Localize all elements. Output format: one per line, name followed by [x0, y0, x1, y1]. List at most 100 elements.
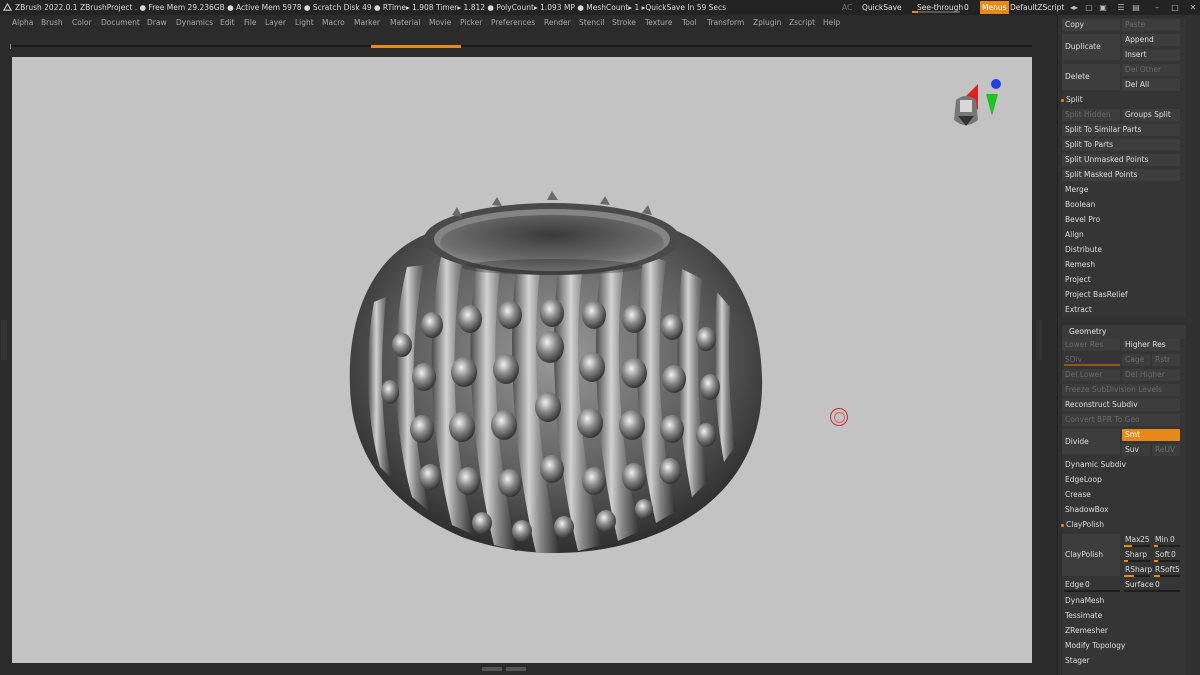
split-to-parts-button[interactable]: Split To Parts	[1062, 139, 1180, 151]
menu-color[interactable]: Color	[72, 15, 92, 31]
groups-split-button[interactable]: Groups Split	[1122, 109, 1180, 121]
menu-material[interactable]: Material	[390, 15, 420, 31]
window-icon[interactable]: ▣	[1097, 0, 1109, 15]
layout-icon[interactable]: ▢	[1083, 0, 1095, 15]
split-section-label[interactable]: Split	[1063, 94, 1163, 106]
sdiv-track[interactable]	[1064, 364, 1120, 366]
sharp-slider[interactable]	[1124, 560, 1150, 562]
menu-alpha[interactable]: Alpha	[12, 15, 33, 31]
divide-button[interactable]: Divide	[1062, 429, 1120, 455]
del-lower-button[interactable]: Del Lower	[1062, 369, 1120, 381]
menu-stroke[interactable]: Stroke	[612, 15, 636, 31]
stager-section[interactable]: Stager	[1062, 655, 1180, 667]
geometry-header[interactable]: Geometry	[1062, 325, 1186, 339]
zremesher-section[interactable]: ZRemesher	[1062, 625, 1180, 637]
bevel-pro-section[interactable]: Bevel Pro	[1062, 214, 1180, 226]
project-basrelief-section[interactable]: Project BasRelief	[1062, 289, 1180, 301]
cage-button[interactable]: Cage	[1122, 354, 1150, 366]
del-other-button[interactable]: Del Other	[1122, 64, 1180, 76]
del-all-button[interactable]: Del All	[1122, 79, 1180, 91]
menu-transform[interactable]: Transform	[707, 15, 744, 31]
menu-layer[interactable]: Layer	[265, 15, 286, 31]
align-section[interactable]: Align	[1062, 229, 1180, 241]
split-hidden-button[interactable]: Split Hidden	[1062, 109, 1120, 121]
active-document-indicator[interactable]	[371, 45, 461, 48]
convert-bpr-button[interactable]: Convert BPR To Geo	[1062, 414, 1180, 426]
split-masked-points-button[interactable]: Split Masked Points	[1062, 169, 1180, 181]
menu-preferences[interactable]: Preferences	[491, 15, 535, 31]
rstr-button[interactable]: Rstr	[1152, 354, 1180, 366]
ac-button[interactable]: AC	[842, 0, 852, 15]
menu-draw[interactable]: Draw	[147, 15, 167, 31]
menu-render[interactable]: Render	[544, 15, 571, 31]
rsoft-slider[interactable]	[1154, 575, 1180, 577]
suv-toggle[interactable]: Suv	[1122, 444, 1150, 456]
reuv-toggle[interactable]: ReUV	[1152, 444, 1180, 456]
menu-macro[interactable]: Macro	[322, 15, 345, 31]
copy-button[interactable]: Copy	[1062, 19, 1120, 31]
menu-light[interactable]: Light	[295, 15, 314, 31]
max-slider[interactable]	[1124, 545, 1150, 547]
remesh-section[interactable]: Remesh	[1062, 259, 1180, 271]
left-tray-grip[interactable]	[1, 320, 7, 360]
bottom-tray-grip[interactable]	[482, 667, 528, 672]
shadowbox-section[interactable]: ShadowBox	[1062, 504, 1180, 516]
navigation-gizmo-icon[interactable]	[946, 76, 1016, 146]
right-tray-grip[interactable]	[1036, 320, 1042, 360]
rsharp-slider[interactable]	[1124, 575, 1150, 577]
crease-section[interactable]: Crease	[1062, 489, 1180, 501]
document-icon[interactable]: ▤	[1130, 0, 1142, 15]
surface-slider[interactable]	[1124, 590, 1180, 592]
smt-toggle[interactable]: Smt	[1122, 429, 1180, 441]
script-icon[interactable]: ☰	[1115, 0, 1127, 15]
menu-zplugin[interactable]: Zplugin	[753, 15, 781, 31]
sculpted-vase-mesh[interactable]	[12, 57, 1032, 663]
higher-res-button[interactable]: Higher Res	[1122, 339, 1180, 351]
claypolish-button[interactable]: ClayPolish	[1062, 534, 1120, 576]
dynamesh-section[interactable]: DynaMesh	[1062, 595, 1180, 607]
menu-help[interactable]: Help	[823, 15, 840, 31]
zbrush-logo-icon[interactable]	[3, 3, 12, 12]
menu-dynamics[interactable]: Dynamics	[176, 15, 213, 31]
menu-document[interactable]: Document	[101, 15, 140, 31]
insert-button[interactable]: Insert	[1122, 49, 1180, 61]
duplicate-button[interactable]: Duplicate	[1062, 34, 1120, 60]
menu-movie[interactable]: Movie	[429, 15, 451, 31]
close-icon[interactable]: ✕	[1187, 0, 1199, 15]
freeze-subdivision-button[interactable]: Freeze SubDivision Levels	[1062, 384, 1180, 396]
merge-section[interactable]: Merge	[1062, 184, 1180, 196]
delete-button[interactable]: Delete	[1062, 64, 1120, 90]
edgeloop-section[interactable]: EdgeLoop	[1062, 474, 1180, 486]
min-slider[interactable]	[1154, 545, 1180, 547]
menu-file[interactable]: File	[244, 15, 257, 31]
menu-marker[interactable]: Marker	[354, 15, 380, 31]
soft-slider[interactable]	[1154, 560, 1180, 562]
maximize-icon[interactable]: □	[1169, 0, 1181, 15]
project-section[interactable]: Project	[1062, 274, 1180, 286]
reconstruct-subdiv-button[interactable]: Reconstruct Subdiv	[1062, 399, 1180, 411]
del-higher-button[interactable]: Del Higher	[1122, 369, 1180, 381]
menu-stencil[interactable]: Stencil	[579, 15, 604, 31]
append-button[interactable]: Append	[1122, 34, 1180, 46]
viewport-canvas[interactable]	[12, 57, 1032, 663]
edge-slider[interactable]	[1064, 590, 1120, 592]
boolean-section[interactable]: Boolean	[1062, 199, 1180, 211]
menus-toggle[interactable]: Menus	[980, 1, 1009, 14]
menu-edit[interactable]: Edit	[220, 15, 235, 31]
quicksave-button[interactable]: QuickSave	[862, 0, 902, 15]
tessimate-section[interactable]: Tessimate	[1062, 610, 1180, 622]
dynamic-subdiv-section[interactable]: Dynamic Subdiv	[1062, 459, 1180, 471]
default-zscript-button[interactable]: DefaultZScript	[1010, 0, 1064, 15]
document-track[interactable]	[12, 45, 1032, 47]
split-unmasked-points-button[interactable]: Split Unmasked Points	[1062, 154, 1180, 166]
minimize-icon[interactable]: –	[1151, 0, 1163, 15]
menu-brush[interactable]: Brush	[41, 15, 63, 31]
menu-picker[interactable]: Picker	[460, 15, 482, 31]
claypolish-section-label[interactable]: ClayPolish	[1063, 519, 1181, 531]
lower-res-button[interactable]: Lower Res	[1062, 339, 1120, 351]
menu-texture[interactable]: Texture	[645, 15, 672, 31]
paste-button[interactable]: Paste	[1122, 19, 1180, 31]
menu-zscript[interactable]: Zscript	[789, 15, 815, 31]
split-similar-parts-button[interactable]: Split To Similar Parts	[1062, 124, 1180, 136]
modify-topology-section[interactable]: Modify Topology	[1062, 640, 1180, 652]
